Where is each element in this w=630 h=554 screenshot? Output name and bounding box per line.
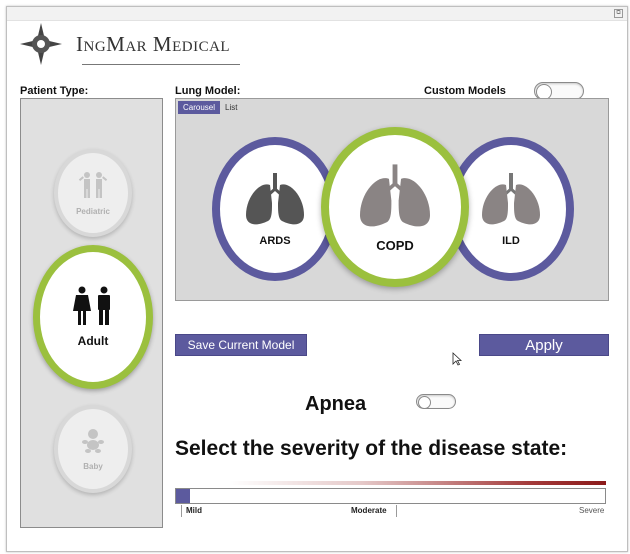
severity-tick [181,505,182,517]
severity-label-severe: Severe [579,506,605,515]
compass-logo-icon [20,23,62,65]
custom-models-label: Custom Models [424,85,506,97]
patient-option-pediatric[interactable]: Pediatric [54,149,132,237]
patient-option-label: Pediatric [76,206,110,216]
severity-tick [396,505,397,517]
lung-option-label: ILD [502,235,520,247]
lungs-icon [482,173,540,225]
logo-underline [82,64,240,65]
view-mode-tabs: Carousel List [178,101,242,114]
logo-text: IngMar Medical [76,31,231,56]
severity-slider-thumb[interactable] [176,489,190,503]
severity-slider[interactable] [175,488,606,504]
apply-button[interactable]: Apply [479,334,609,356]
lung-model-carousel: Carousel List ARDS ILD COPD [175,98,609,301]
patient-option-label: Baby [83,461,103,471]
patient-type-label: Patient Type: [20,85,89,97]
title-bar: ⧉ [7,7,627,21]
lung-model-label: Lung Model: [175,85,241,97]
lungs-icon [360,163,430,226]
severity-label-mild: Mild [186,506,202,515]
mouse-cursor-icon [452,352,462,366]
lungs-icon [246,173,304,225]
ingmar-logo: IngMar Medical [18,20,230,68]
lung-option-copd[interactable]: COPD [321,127,469,287]
lung-option-label: ARDS [259,235,291,247]
pediatric-icon [78,171,108,198]
severity-gradient-line [229,481,606,485]
tab-carousel[interactable]: Carousel [178,101,221,114]
tab-list[interactable]: List [220,101,242,114]
lung-option-label: COPD [376,237,414,253]
adult-couple-icon [73,286,110,325]
lung-option-ards[interactable]: ARDS [212,137,338,281]
save-current-model-button[interactable]: Save Current Model [175,334,307,356]
severity-label-moderate: Moderate [351,506,387,515]
baby-icon [82,428,104,453]
restore-window-icon[interactable]: ⧉ [614,9,623,18]
apnea-toggle[interactable] [416,394,456,409]
severity-title: Select the severity of the disease state… [175,437,568,460]
apnea-label: Apnea [305,393,367,415]
patient-option-label: Adult [77,334,109,348]
patient-option-adult[interactable]: Adult [33,245,153,389]
patient-type-panel: Pediatric Adult Baby [20,98,163,528]
patient-option-baby[interactable]: Baby [54,405,132,493]
